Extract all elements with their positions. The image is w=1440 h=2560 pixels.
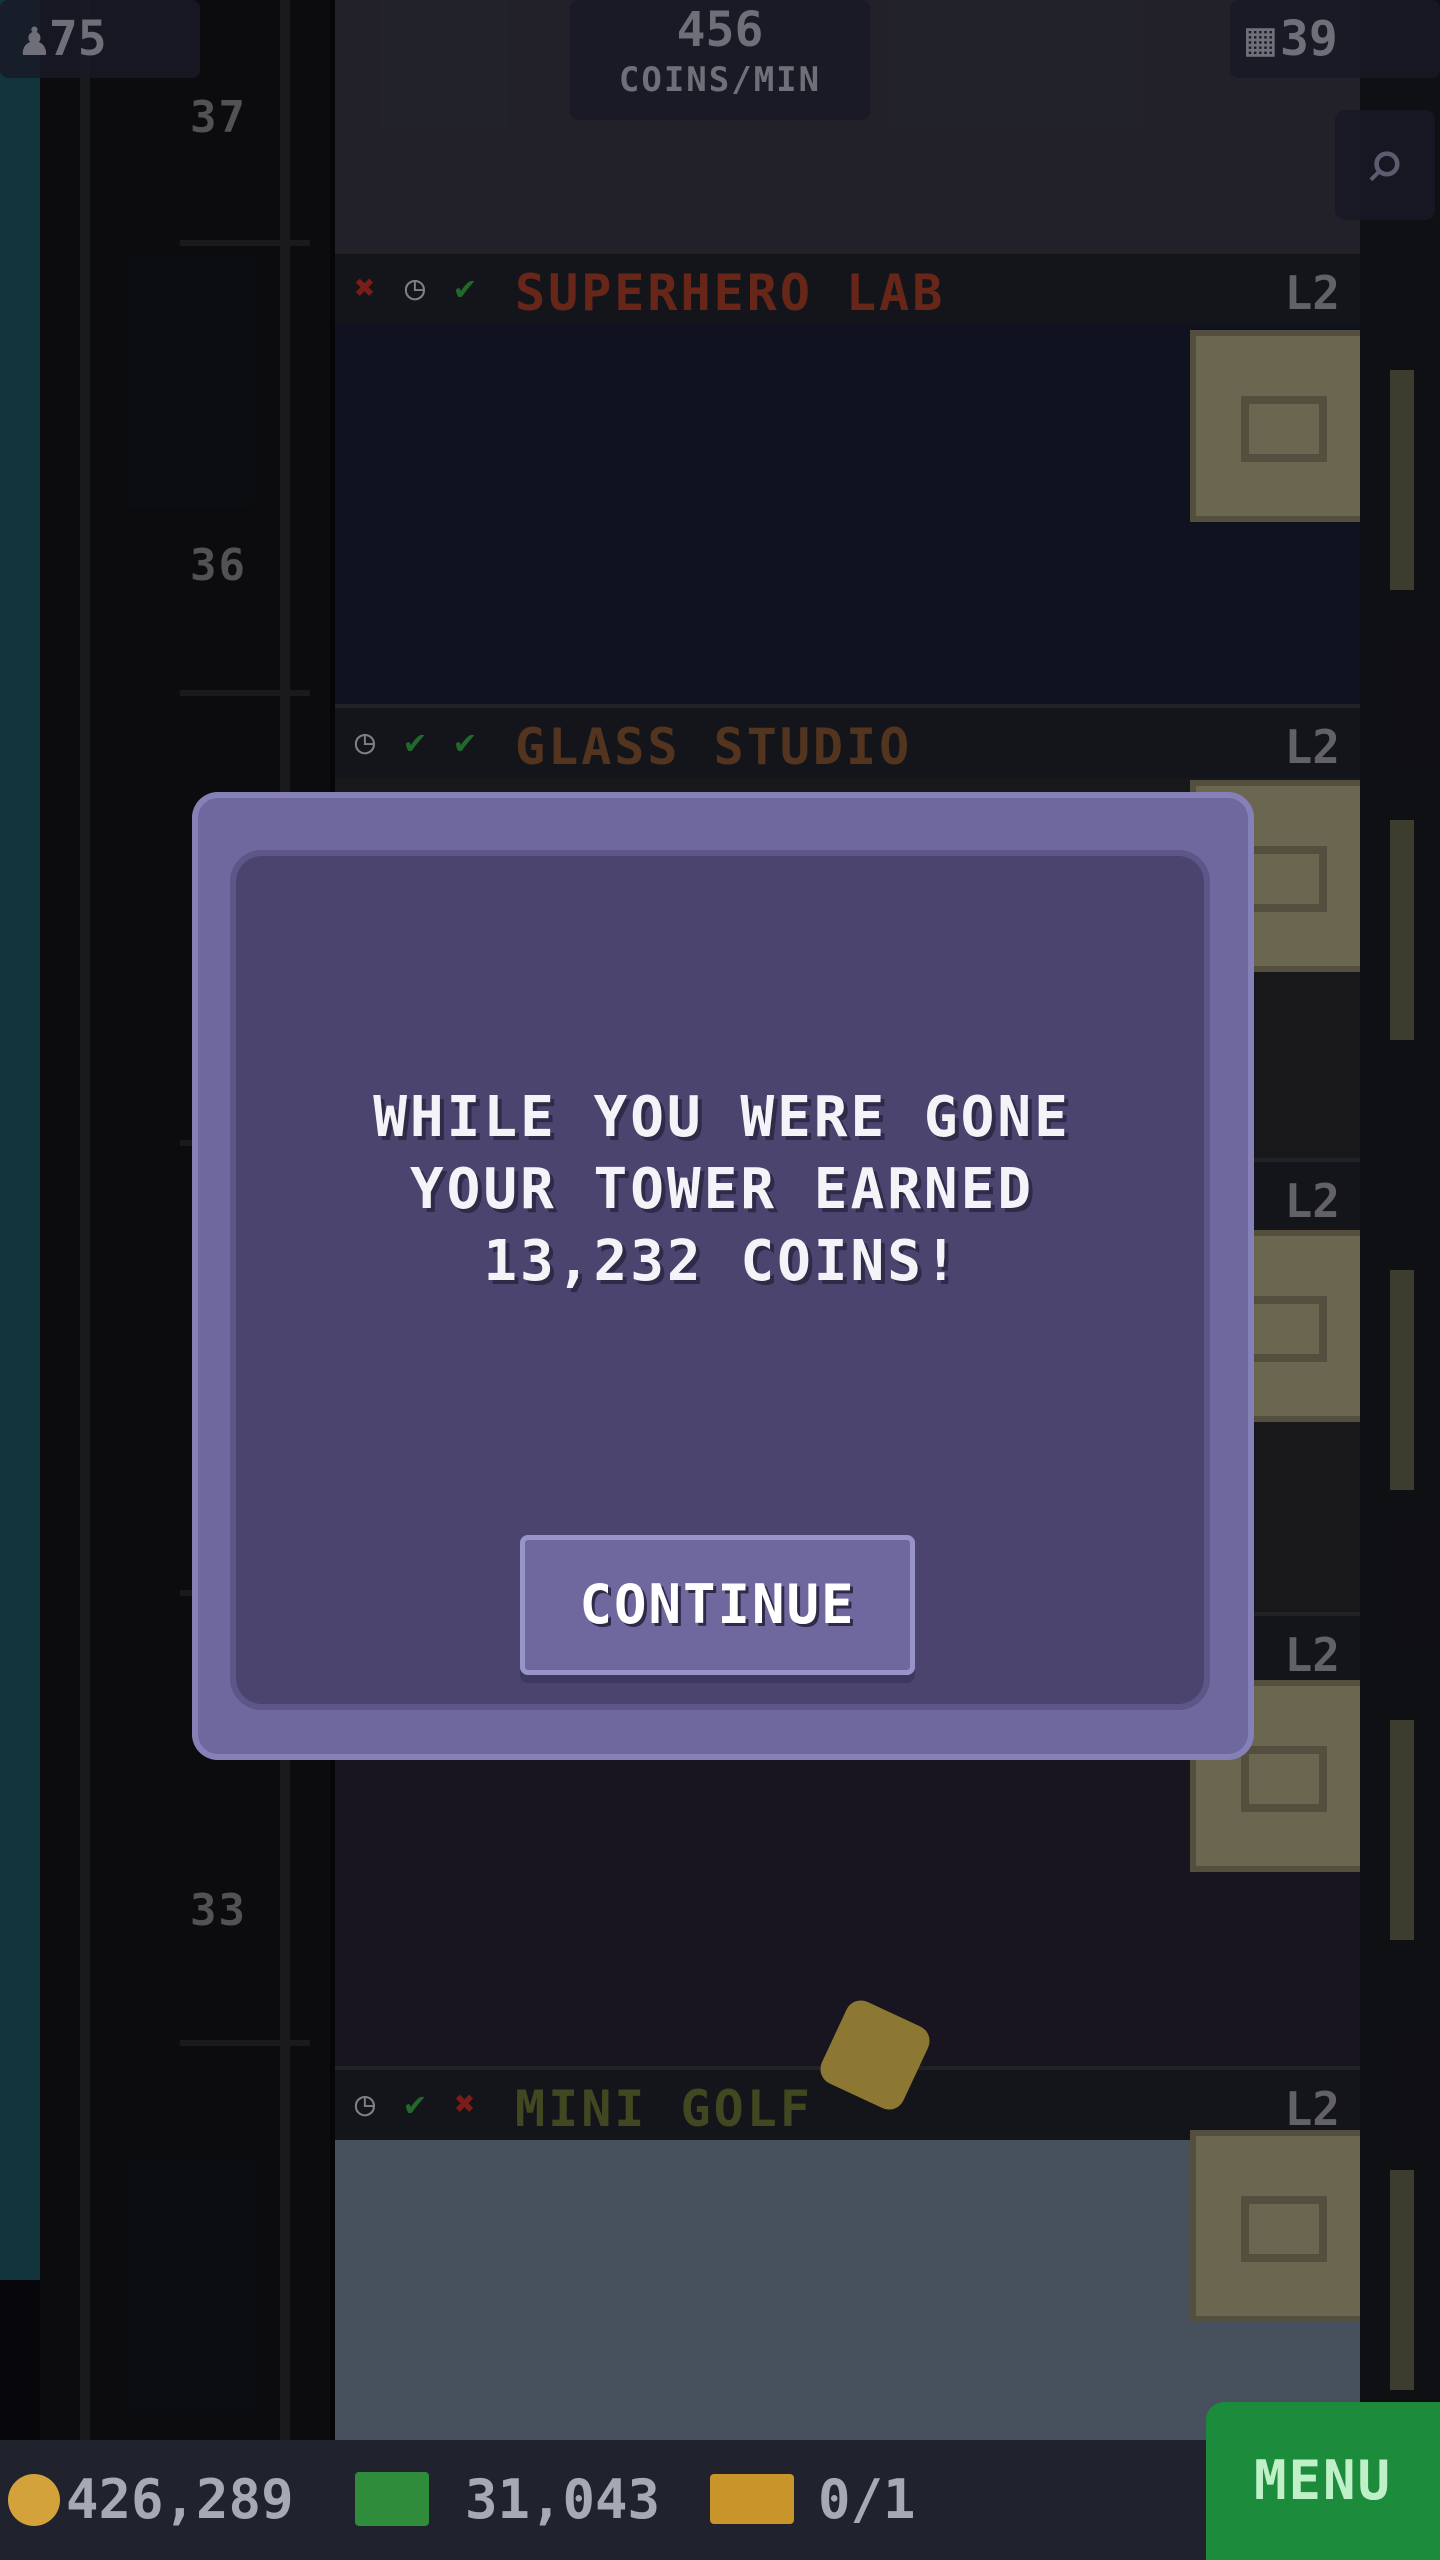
bux-balance: 31,043 (465, 2468, 661, 2531)
menu-button[interactable]: MENU (1206, 2402, 1440, 2560)
coin-icon (8, 2474, 60, 2526)
dialog-message: WHILE YOU WERE GONE YOUR TOWER EARNED 13… (373, 1085, 1071, 1294)
coins-balance: 426,289 (66, 2468, 294, 2531)
tickets-count: 0/1 (818, 2468, 916, 2531)
continue-button[interactable]: CONTINUE (520, 1535, 915, 1675)
ticket-icon (710, 2474, 794, 2524)
bux-icon (355, 2472, 429, 2526)
